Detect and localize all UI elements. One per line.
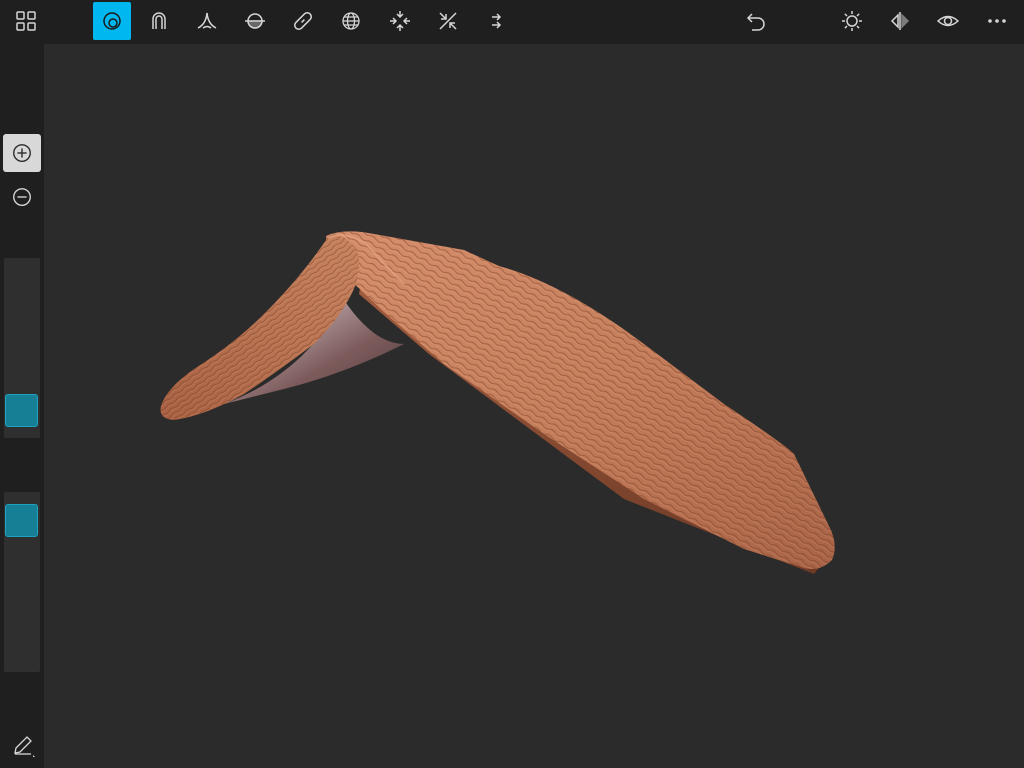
undo-icon[interactable]	[737, 2, 775, 40]
sculpt-brush-icon[interactable]	[93, 2, 131, 40]
brush-size-handle[interactable]	[5, 394, 38, 428]
sculpted-model	[160, 231, 835, 574]
sphere-grid-icon[interactable]	[332, 2, 370, 40]
more-dots-icon[interactable]	[978, 2, 1016, 40]
top-toolbar	[0, 0, 1024, 44]
sculpt-app	[0, 0, 1024, 768]
3d-viewport[interactable]	[44, 44, 1024, 768]
grid-icon[interactable]	[7, 2, 45, 40]
minus-circle-icon[interactable]	[3, 178, 41, 216]
deflate-arrows-icon[interactable]	[429, 2, 467, 40]
plus-circle-icon[interactable]	[3, 134, 41, 172]
magnet-icon[interactable]	[140, 2, 178, 40]
pinch-icon[interactable]	[188, 2, 226, 40]
sun-icon[interactable]	[833, 2, 871, 40]
brush-strength-slider[interactable]	[4, 492, 40, 672]
eye-icon[interactable]	[929, 2, 967, 40]
move-arrows-icon[interactable]	[477, 2, 515, 40]
brush-size-slider[interactable]	[4, 258, 40, 438]
flatten-icon[interactable]	[236, 2, 274, 40]
inflate-arrows-icon[interactable]	[381, 2, 419, 40]
symmetry-icon[interactable]	[881, 2, 919, 40]
left-sidebar	[0, 44, 44, 768]
pencil-icon[interactable]	[6, 728, 40, 762]
brush-strength-handle[interactable]	[5, 504, 38, 537]
bandage-icon[interactable]	[284, 2, 322, 40]
